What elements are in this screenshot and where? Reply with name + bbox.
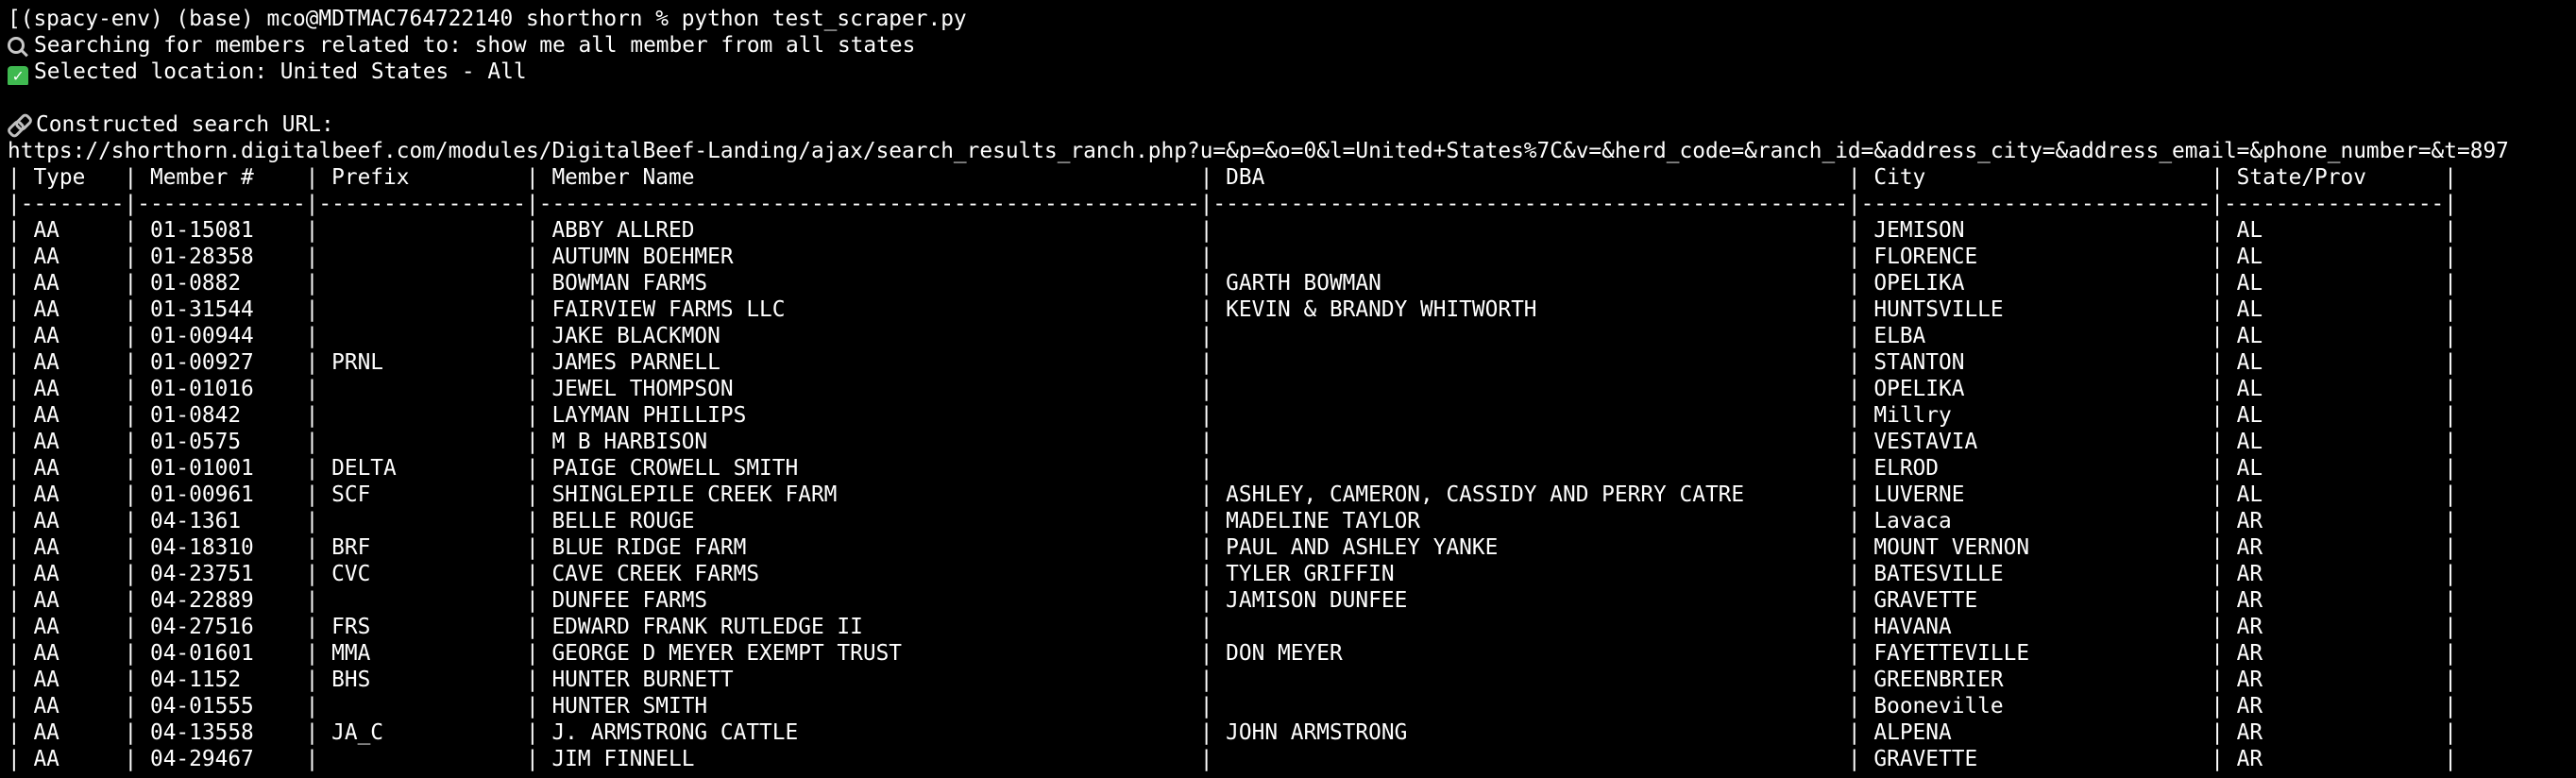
table-row: | AA | 01-00944 | | JAKE BLACKMON | | EL… bbox=[8, 324, 2458, 348]
table-row: | AA | 04-22889 | | DUNFEE FARMS | JAMIS… bbox=[8, 588, 2458, 613]
table-row: | AA | 01-15081 | | ABBY ALLRED | | JEMI… bbox=[8, 218, 2458, 243]
table-row: | AA | 01-0575 | | M B HARBISON | | VEST… bbox=[8, 430, 2458, 454]
table-row: | AA | 04-1152 | BHS | HUNTER BURNETT | … bbox=[8, 668, 2458, 692]
table-row: | AA | 01-01016 | | JEWEL THOMPSON | | O… bbox=[8, 377, 2458, 401]
link-icon bbox=[8, 114, 30, 135]
check-icon: ✓ bbox=[8, 66, 28, 85]
prompt-line: [(spacy-env) (base) mco@MDTMAC764722140 … bbox=[8, 6, 2576, 32]
url-label: Constructed search URL: bbox=[36, 112, 334, 137]
table-row: | AA | 04-27516 | FRS | EDWARD FRANK RUT… bbox=[8, 615, 2458, 639]
results-table: | Type | Member # | Prefix | Member Name… bbox=[8, 164, 2576, 772]
table-row: | AA | 04-23751 | CVC | CAVE CREEK FARMS… bbox=[8, 562, 2458, 586]
prompt-command: (spacy-env) (base) mco@MDTMAC764722140 s… bbox=[20, 7, 967, 31]
table-row: | AA | 04-29467 | | JIM FINNELL | | GRAV… bbox=[8, 747, 2458, 771]
table-header: | Type | Member # | Prefix | Member Name… bbox=[8, 165, 2458, 190]
selected-location-text: Selected location: United States - All bbox=[34, 59, 527, 84]
searching-text: Searching for members related to: show m… bbox=[34, 33, 916, 58]
url-label-line: Constructed search URL: bbox=[8, 111, 2576, 138]
table-row: | AA | 01-28358 | | AUTUMN BOEHMER | | F… bbox=[8, 245, 2458, 269]
prompt-bracket: [ bbox=[8, 7, 21, 31]
table-separator: |--------|-------------|----------------… bbox=[8, 192, 2458, 216]
table-row: | AA | 04-1361 | | BELLE ROUGE | MADELIN… bbox=[8, 509, 2458, 533]
table-row: | AA | 01-0842 | | LAYMAN PHILLIPS | | M… bbox=[8, 403, 2458, 428]
table-row: | AA | 01-00927 | PRNL | JAMES PARNELL |… bbox=[8, 350, 2458, 375]
table-row: | AA | 04-18310 | BRF | BLUE RIDGE FARM … bbox=[8, 535, 2458, 560]
table-row: | AA | 01-01001 | DELTA | PAIGE CROWELL … bbox=[8, 456, 2458, 481]
terminal-window[interactable]: [(spacy-env) (base) mco@MDTMAC764722140 … bbox=[8, 6, 2576, 778]
table-row: | AA | 04-01601 | MMA | GEORGE D MEYER E… bbox=[8, 641, 2458, 666]
table-row: | AA | 04-13558 | JA_C | J. ARMSTRONG CA… bbox=[8, 720, 2458, 745]
searching-line: Searching for members related to: show m… bbox=[8, 32, 2576, 59]
table-row: | AA | 04-01555 | | HUNTER SMITH | | Boo… bbox=[8, 694, 2458, 719]
search-url[interactable]: https://shorthorn.digitalbeef.com/module… bbox=[8, 138, 2576, 164]
table-row: | AA | 01-31544 | | FAIRVIEW FARMS LLC |… bbox=[8, 297, 2458, 322]
selected-location-line: ✓ Selected location: United States - All bbox=[8, 59, 2576, 85]
table-row: | AA | 01-00961 | SCF | SHINGLEPILE CREE… bbox=[8, 482, 2458, 507]
table-row: | AA | 01-0882 | | BOWMAN FARMS | GARTH … bbox=[8, 271, 2458, 296]
search-icon bbox=[8, 37, 25, 54]
